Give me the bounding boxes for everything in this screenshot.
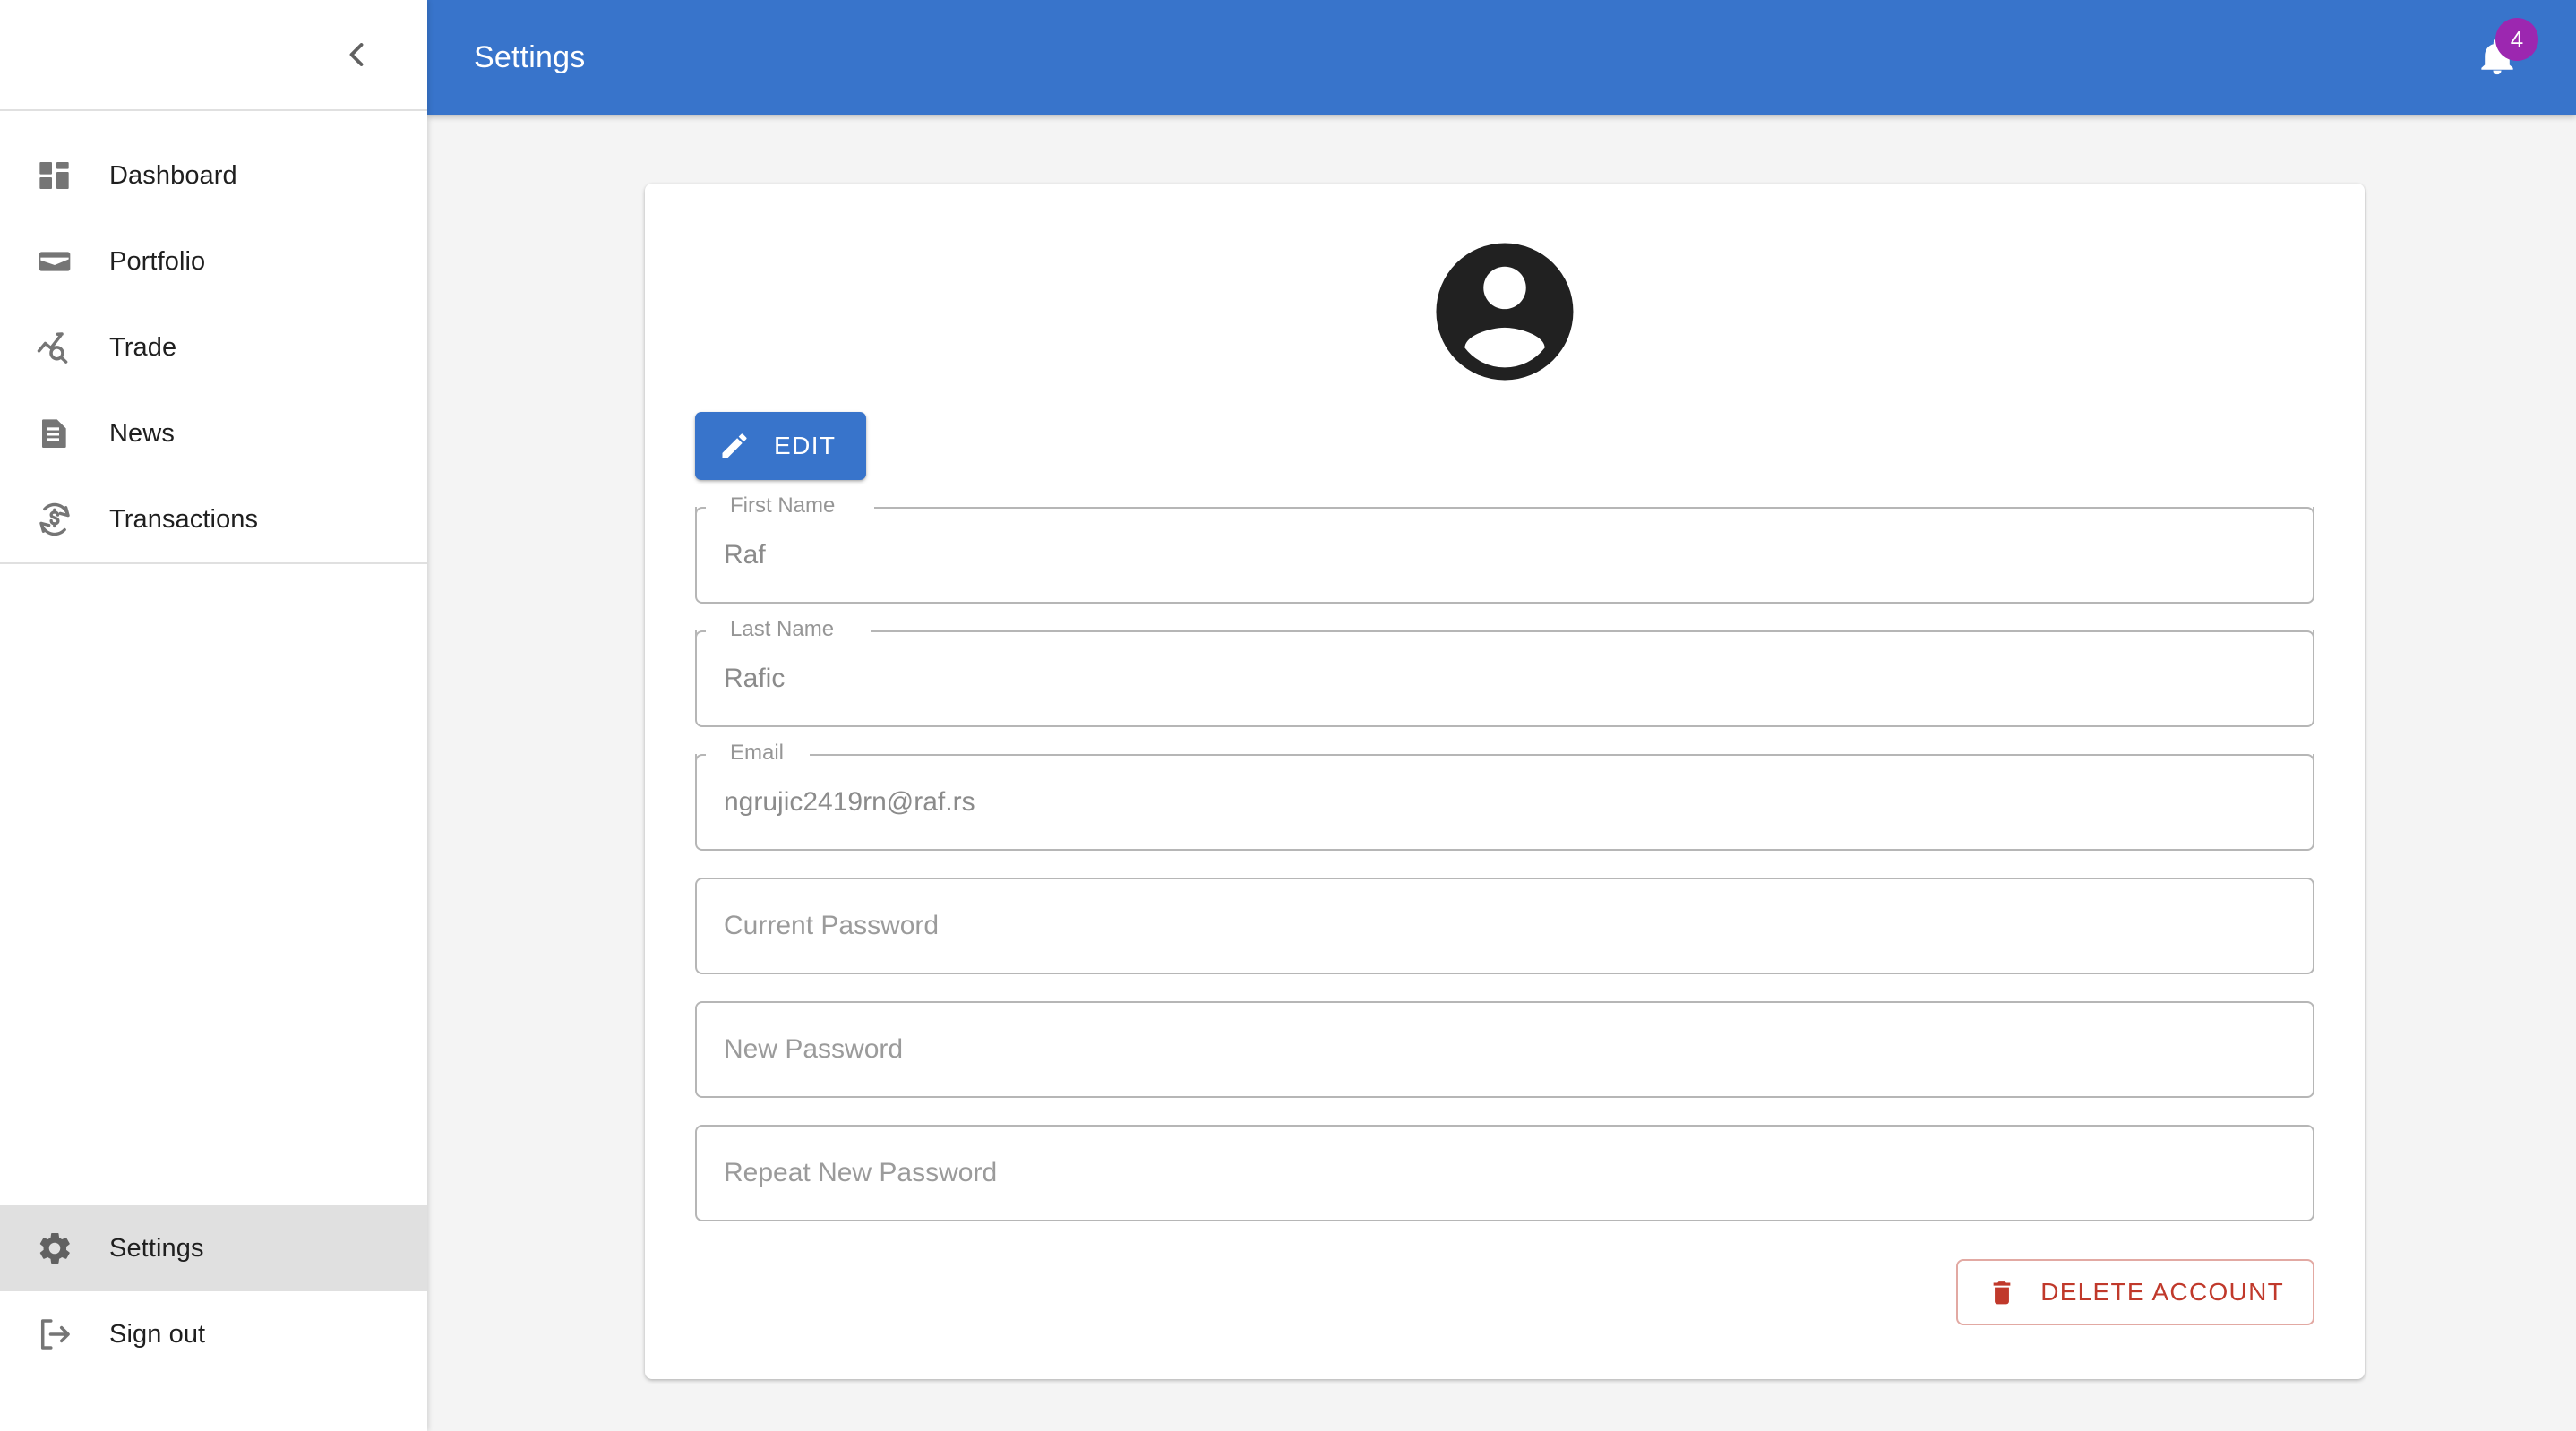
article-icon (27, 416, 82, 451)
sidebar-item-settings[interactable]: Settings (0, 1205, 427, 1291)
chevron-left-icon (337, 35, 376, 74)
gear-icon (27, 1230, 82, 1267)
sidebar-primary-nav: Dashboard Portfolio Trade News Transacti… (0, 111, 427, 562)
notification-badge: 4 (2495, 18, 2538, 61)
delete-account-button[interactable]: DELETE ACCOUNT (1956, 1259, 2314, 1325)
app-root: Dashboard Portfolio Trade News Transacti… (0, 0, 2576, 1431)
sidebar-item-label: News (109, 418, 175, 448)
sidebar-item-label: Settings (109, 1233, 204, 1263)
trash-icon (1987, 1277, 2017, 1307)
field-current-password (695, 878, 2314, 974)
repeat-new-password-input[interactable] (695, 1125, 2314, 1221)
sidebar-item-trade[interactable]: Trade (0, 304, 427, 390)
sidebar-header (0, 0, 427, 109)
notifications-button[interactable]: 4 (2454, 14, 2540, 100)
email-input[interactable] (695, 754, 2314, 851)
field-first-name: First Name (695, 493, 2314, 604)
dashboard-icon (27, 158, 82, 193)
sidebar-item-transactions[interactable]: Transactions (0, 476, 427, 562)
page-title: Settings (474, 39, 586, 74)
wallet-icon (27, 244, 82, 279)
delete-account-label: DELETE ACCOUNT (2040, 1278, 2284, 1306)
account-circle-icon (1429, 236, 1581, 392)
content-area: EDIT First Name Last Name (427, 115, 2576, 1431)
logout-icon (27, 1315, 82, 1353)
sidebar-item-signout[interactable]: Sign out (0, 1291, 427, 1377)
sidebar-bottom-padding (0, 1377, 427, 1431)
trend-search-icon (27, 329, 82, 366)
field-last-name: Last Name (695, 617, 2314, 727)
field-new-password (695, 1001, 2314, 1098)
edit-profile-button[interactable]: EDIT (695, 412, 867, 480)
sidebar-item-label: Sign out (109, 1319, 206, 1349)
profile-settings-card: EDIT First Name Last Name (645, 184, 2365, 1379)
sidebar-item-dashboard[interactable]: Dashboard (0, 133, 427, 219)
sidebar-collapse-button[interactable] (318, 16, 395, 93)
new-password-input[interactable] (695, 1001, 2314, 1098)
sidebar-item-label: Portfolio (109, 246, 206, 276)
pencil-icon (718, 430, 751, 462)
field-repeat-new-password (695, 1125, 2314, 1221)
sidebar-item-label: Dashboard (109, 160, 237, 190)
first-name-input[interactable] (695, 507, 2314, 604)
topbar: Settings 4 (427, 0, 2576, 115)
sidebar-bottom-nav: Settings Sign out (0, 1205, 427, 1377)
field-email: Email (695, 741, 2314, 851)
currency-exchange-icon (27, 501, 82, 538)
edit-button-label: EDIT (774, 432, 837, 459)
sidebar-item-portfolio[interactable]: Portfolio (0, 219, 427, 304)
card-footer: DELETE ACCOUNT (695, 1259, 2314, 1325)
avatar-row (695, 236, 2314, 392)
sidebar-item-news[interactable]: News (0, 390, 427, 476)
sidebar-item-label: Trade (109, 332, 177, 362)
sidebar-item-label: Transactions (109, 504, 259, 534)
sidebar: Dashboard Portfolio Trade News Transacti… (0, 0, 427, 1431)
current-password-input[interactable] (695, 878, 2314, 974)
last-name-input[interactable] (695, 630, 2314, 727)
